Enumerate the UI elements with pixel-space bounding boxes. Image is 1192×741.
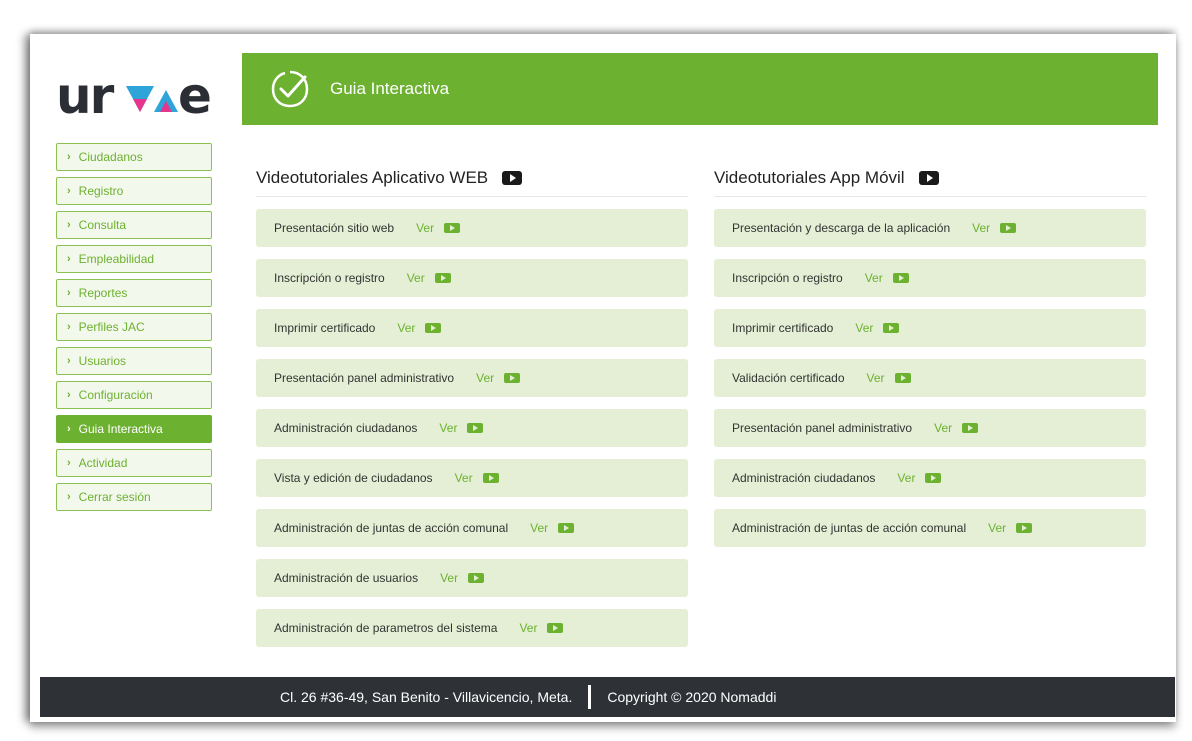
sidebar-item-guia-interactiva[interactable]: › Guia Interactiva <box>56 415 212 443</box>
video-play-icon[interactable] <box>883 323 900 333</box>
page-footer: Cl. 26 #36-49, San Benito - Villavicenci… <box>40 677 1175 717</box>
ver-link[interactable]: Ver <box>530 521 548 535</box>
chevron-right-icon: › <box>67 355 71 367</box>
youtube-icon <box>918 171 939 185</box>
ver-link[interactable]: Ver <box>867 371 885 385</box>
ver-link[interactable]: Ver <box>440 571 458 585</box>
sidebar-item-reportes[interactable]: › Reportes <box>56 279 212 307</box>
video-play-icon[interactable] <box>892 273 909 283</box>
list-item: Administración de usuarios Ver <box>256 559 688 597</box>
list-item: Presentación sitio web Ver <box>256 209 688 247</box>
sidebar-item-cerrar-sesion[interactable]: › Cerrar sesión <box>56 483 212 511</box>
sidebar-item-perfiles-jac[interactable]: › Perfiles JAC <box>56 313 212 341</box>
ver-link[interactable]: Ver <box>988 521 1006 535</box>
svg-text:e: e <box>178 68 210 124</box>
list-item: Presentación panel administrativo Ver <box>256 359 688 397</box>
sidebar-item-consulta[interactable]: › Consulta <box>56 211 212 239</box>
chevron-right-icon: › <box>67 253 71 265</box>
footer-copyright: Copyright © 2020 Nomaddi <box>607 689 777 705</box>
ver-link[interactable]: Ver <box>897 471 915 485</box>
video-play-icon[interactable] <box>434 273 451 283</box>
video-play-icon[interactable] <box>444 223 461 233</box>
list-item: Administración de juntas de acción comun… <box>714 509 1146 547</box>
page-header: Guia Interactiva <box>242 53 1158 125</box>
list-item: Vista y edición de ciudadanos Ver <box>256 459 688 497</box>
video-play-icon[interactable] <box>468 573 485 583</box>
list-item: Administración ciudadanos Ver <box>714 459 1146 497</box>
sidebar-nav: › Ciudadanos › Registro › Consulta › Empleab… <box>56 143 212 517</box>
sidebar-item-ciudadanos[interactable]: › Ciudadanos <box>56 143 212 171</box>
list-item: Administración ciudadanos Ver <box>256 409 688 447</box>
svg-text:ur: ur <box>56 68 115 124</box>
video-play-icon[interactable] <box>504 373 521 383</box>
chevron-right-icon: › <box>67 287 71 299</box>
sidebar-item-usuarios[interactable]: › Usuarios <box>56 347 212 375</box>
check-badge-icon <box>271 70 309 108</box>
video-play-icon[interactable] <box>925 473 942 483</box>
list-item: Administración de parametros del sistema… <box>256 609 688 647</box>
ver-link[interactable]: Ver <box>397 321 415 335</box>
video-play-icon[interactable] <box>1000 223 1017 233</box>
video-play-icon[interactable] <box>482 473 499 483</box>
app-tutorials-column: Videotutoriales App Móvil Presentación y… <box>714 160 1146 559</box>
sidebar-item-registro[interactable]: › Registro <box>56 177 212 205</box>
ver-link[interactable]: Ver <box>407 271 425 285</box>
chevron-right-icon: › <box>67 423 71 435</box>
video-play-icon[interactable] <box>558 523 575 533</box>
sidebar-item-configuracion[interactable]: › Configuración <box>56 381 212 409</box>
list-item: Presentación y descarga de la aplicación… <box>714 209 1146 247</box>
list-item: Imprimir certificado Ver <box>256 309 688 347</box>
app-tutorials-heading: Videotutoriales App Móvil <box>714 160 1146 197</box>
ver-link[interactable]: Ver <box>519 621 537 635</box>
footer-divider <box>588 685 592 709</box>
ver-link[interactable]: Ver <box>476 371 494 385</box>
list-item: Inscripción o registro Ver <box>714 259 1146 297</box>
web-tutorials-heading: Videotutoriales Aplicativo WEB <box>256 160 688 197</box>
chevron-right-icon: › <box>67 491 71 503</box>
page-title: Guia Interactiva <box>330 79 450 98</box>
youtube-icon <box>502 171 523 185</box>
list-item: Inscripción o registro Ver <box>256 259 688 297</box>
video-play-icon[interactable] <box>467 423 484 433</box>
video-play-icon[interactable] <box>547 623 564 633</box>
chevron-right-icon: › <box>67 185 71 197</box>
footer-address: Cl. 26 #36-49, San Benito - Villavicenci… <box>280 689 573 705</box>
urve-logo: ur e <box>56 68 226 124</box>
ver-link[interactable]: Ver <box>416 221 434 235</box>
video-play-icon[interactable] <box>1016 523 1033 533</box>
sidebar-item-empleabilidad[interactable]: › Empleabilidad <box>56 245 212 273</box>
web-tutorials-column: Videotutoriales Aplicativo WEB Presentac… <box>256 160 688 659</box>
chevron-right-icon: › <box>67 321 71 333</box>
video-play-icon[interactable] <box>894 373 911 383</box>
ver-link[interactable]: Ver <box>455 471 473 485</box>
chevron-right-icon: › <box>67 151 71 163</box>
video-play-icon[interactable] <box>962 423 979 433</box>
ver-link[interactable]: Ver <box>972 221 990 235</box>
chevron-right-icon: › <box>67 457 71 469</box>
list-item: Imprimir certificado Ver <box>714 309 1146 347</box>
ver-link[interactable]: Ver <box>855 321 873 335</box>
chevron-right-icon: › <box>67 389 71 401</box>
video-play-icon[interactable] <box>425 323 442 333</box>
list-item: Validación certificado Ver <box>714 359 1146 397</box>
list-item: Presentación panel administrativo Ver <box>714 409 1146 447</box>
ver-link[interactable]: Ver <box>934 421 952 435</box>
list-item: Administración de juntas de acción comun… <box>256 509 688 547</box>
sidebar-item-actividad[interactable]: › Actividad <box>56 449 212 477</box>
logo-graphic: ur e <box>56 68 212 124</box>
chevron-right-icon: › <box>67 219 71 231</box>
ver-link[interactable]: Ver <box>439 421 457 435</box>
ver-link[interactable]: Ver <box>865 271 883 285</box>
